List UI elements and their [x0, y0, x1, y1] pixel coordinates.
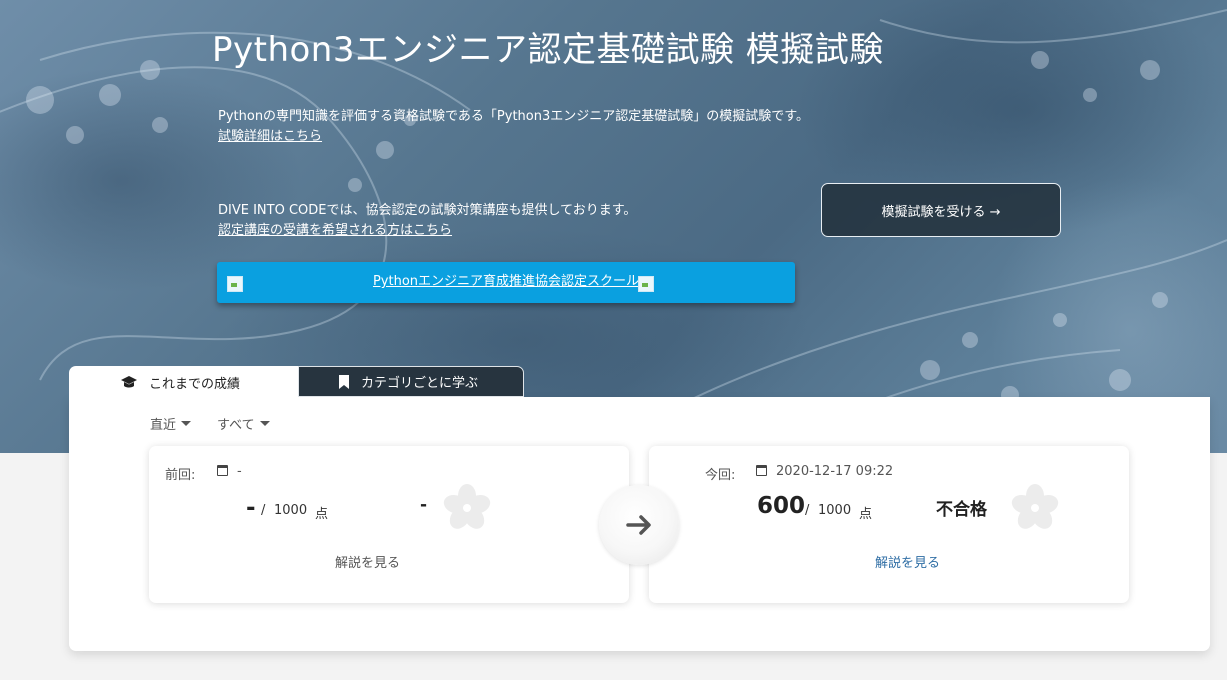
previous-score: - [246, 495, 256, 521]
current-label: 今回: [705, 468, 736, 483]
current-result-card: 今回: 2020-12-17 09:22 600 / 1000 点 不合格 解説… [649, 446, 1129, 603]
current-max-score: 1000 [818, 503, 852, 518]
current-result-status: 不合格 [936, 500, 987, 520]
calendar-icon [756, 465, 767, 476]
graduation-cap-icon [121, 376, 137, 388]
score-unit: 点 [315, 507, 329, 522]
exam-description: Pythonの専門知識を評価する資格試験である「Python3エンジニア認定基礎… [218, 107, 810, 147]
previous-date: - [237, 464, 242, 479]
tab-learn-by-category-label: カテゴリごとに学ぶ [361, 376, 479, 391]
score-separator: / [261, 503, 266, 518]
arrow-right-icon [626, 515, 651, 535]
category-filter-value: すべて [217, 418, 255, 433]
take-exam-button[interactable]: 模擬試験を受ける → [821, 183, 1061, 237]
caret-down-icon [181, 421, 192, 426]
current-date: 2020-12-17 09:22 [776, 464, 894, 479]
category-filter-dropdown[interactable]: すべて [217, 414, 270, 433]
exam-detail-link[interactable]: 試験詳細はこちら [218, 129, 322, 144]
broken-image-icon [638, 276, 654, 292]
previous-result-card: 前回: - - / 1000 点 - 解説を見る [149, 446, 629, 603]
bookmark-icon [339, 374, 349, 389]
period-filter-value: 直近 [150, 418, 177, 433]
tab-past-results-label: これまでの成績 [149, 376, 241, 392]
calendar-icon [217, 465, 228, 476]
previous-result-status: - [420, 495, 428, 515]
comparison-arrow-circle [599, 485, 679, 565]
period-filter-dropdown[interactable]: 直近 [150, 414, 192, 433]
current-explanation-link[interactable]: 解説を見る [875, 552, 940, 571]
course-info-text: DIVE INTO CODEでは、協会認定の試験対策講座も提供しております。 [218, 203, 637, 218]
previous-explanation-link[interactable]: 解説を見る [335, 552, 400, 571]
certified-school-banner[interactable]: Pythonエンジニア育成推進協会認定スクール [217, 262, 795, 303]
sakura-icon [1011, 484, 1059, 529]
course-info: DIVE INTO CODEでは、協会認定の試験対策講座も提供しております。 認… [218, 201, 636, 241]
previous-max-score: 1000 [274, 503, 308, 518]
page-title: Python3エンジニア認定基礎試験 模擬試験 [212, 30, 884, 70]
description-text: Pythonの専門知識を評価する資格試験である「Python3エンジニア認定基礎… [218, 109, 809, 124]
caret-down-icon [259, 421, 270, 426]
course-link[interactable]: 認定講座の受講を希望される方はこちら [218, 223, 452, 238]
tab-past-results[interactable]: これまでの成績 [69, 366, 298, 398]
score-unit: 点 [859, 507, 873, 522]
sakura-icon [443, 484, 491, 529]
banner-link-text[interactable]: Pythonエンジニア育成推進協会認定スクール [217, 270, 795, 289]
current-score: 600 [757, 493, 806, 519]
tab-learn-by-category[interactable]: カテゴリごとに学ぶ [298, 366, 524, 397]
previous-label: 前回: [165, 468, 196, 483]
score-separator: / [805, 503, 810, 518]
